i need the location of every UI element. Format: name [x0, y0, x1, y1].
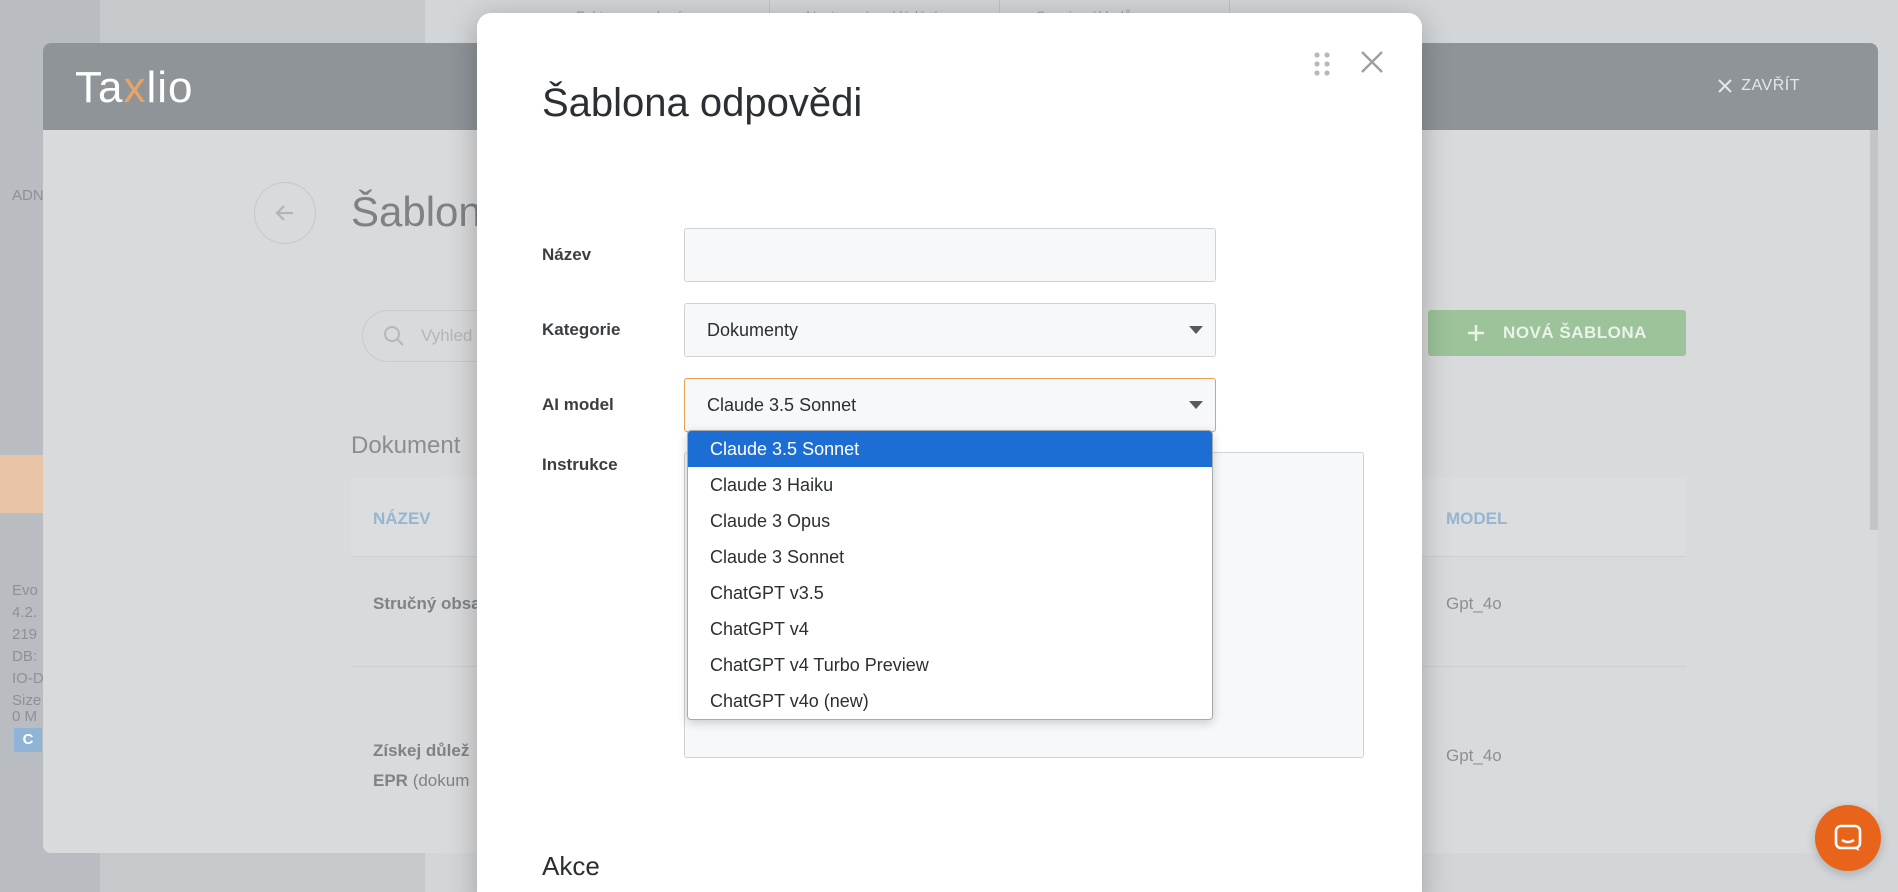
- background-sidebar-text: 219: [12, 626, 38, 643]
- table-row-model: Gpt_4o: [1446, 594, 1502, 613]
- background-sidebar-text: 4.2.: [12, 604, 38, 621]
- search-placeholder: Vyhled: [421, 326, 473, 345]
- table-row-name[interactable]: Stručný obsa: [373, 594, 481, 614]
- modal-title: Šablona odpovědi: [542, 81, 863, 125]
- drag-handle-icon[interactable]: [1313, 51, 1331, 77]
- ai-model-option[interactable]: ChatGPT v4 Turbo Preview: [688, 647, 1212, 683]
- column-header-name[interactable]: NÁZEV: [373, 509, 431, 529]
- ai-model-select-value: Claude 3.5 Sonnet: [707, 394, 857, 415]
- taxlio-logo: Taxlio: [75, 63, 194, 112]
- ai-model-option[interactable]: ChatGPT v4o (new): [688, 683, 1212, 719]
- background-sidebar-text: Evo: [12, 582, 38, 599]
- chat-support-button[interactable]: [1815, 805, 1881, 871]
- ai-model-option[interactable]: ChatGPT v4: [688, 611, 1212, 647]
- table-row-model: Gpt_4o: [1446, 746, 1502, 765]
- table-row-name[interactable]: Získej důlež EPR (dokum: [373, 736, 469, 796]
- actions-heading: Akce: [542, 851, 600, 881]
- category-label: Kategorie: [542, 320, 621, 339]
- background-sidebar-text: IO-D: [12, 670, 44, 687]
- new-template-button[interactable]: NOVÁ ŠABLONA: [1428, 310, 1686, 356]
- background-sidebar-text: 0 M: [12, 708, 38, 725]
- arrow-left-icon: [275, 205, 293, 221]
- ai-model-option[interactable]: ChatGPT v3.5: [688, 575, 1212, 611]
- instructions-label: Instrukce: [542, 455, 618, 474]
- chevron-down-icon: [1189, 401, 1203, 409]
- ai-model-select[interactable]: Claude 3.5 Sonnet: [684, 378, 1216, 432]
- chat-icon: [1834, 824, 1862, 851]
- category-select-value: Dokumenty: [707, 319, 799, 340]
- search-icon: [384, 326, 404, 346]
- back-button[interactable]: [254, 182, 316, 244]
- ai-model-dropdown-list: Claude 3.5 Sonnet Claude 3 Haiku Claude …: [687, 430, 1213, 720]
- close-panel-label: ZAVŘÍT: [1741, 77, 1800, 94]
- section-label: Dokument: [351, 432, 461, 459]
- ai-model-option[interactable]: Claude 3 Haiku: [688, 467, 1212, 503]
- name-label: Název: [542, 245, 592, 264]
- ai-model-option[interactable]: Claude 3.5 Sonnet: [688, 431, 1212, 467]
- ai-model-option[interactable]: Claude 3 Sonnet: [688, 539, 1212, 575]
- ai-model-label: AI model: [542, 395, 614, 414]
- panel-title: Šablon: [351, 188, 482, 235]
- close-icon: [1718, 79, 1733, 93]
- background-sidebar-badge: C: [14, 728, 42, 752]
- close-icon[interactable]: [1359, 49, 1385, 75]
- category-select[interactable]: Dokumenty: [684, 303, 1216, 357]
- chevron-down-icon: [1189, 326, 1203, 334]
- background-sidebar-active-item: [0, 455, 44, 513]
- name-input[interactable]: [684, 228, 1216, 282]
- new-template-label: NOVÁ ŠABLONA: [1503, 323, 1647, 342]
- close-panel-button[interactable]: ZAVŘÍT: [1717, 77, 1800, 95]
- panel-scrollbar[interactable]: [1870, 130, 1878, 530]
- background-sidebar-text: ADN: [12, 187, 44, 204]
- plus-icon: [1468, 325, 1485, 341]
- ai-model-option[interactable]: Claude 3 Opus: [688, 503, 1212, 539]
- column-header-model[interactable]: MODEL: [1446, 509, 1507, 529]
- background-sidebar-text: DB:: [12, 648, 38, 665]
